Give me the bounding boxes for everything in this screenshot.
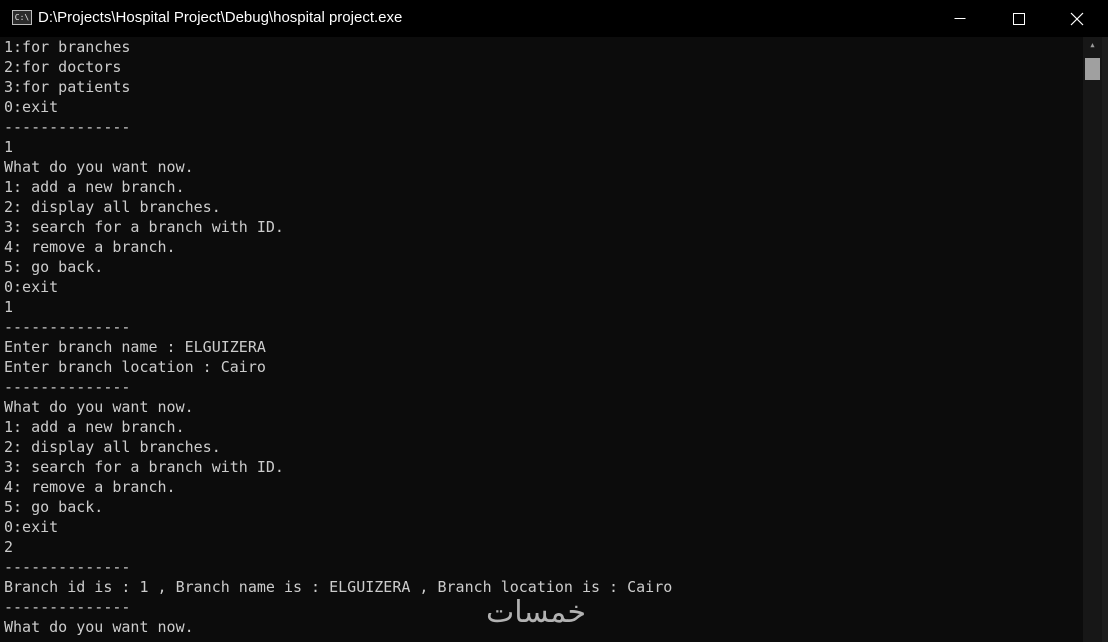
console-line: 1 — [4, 298, 14, 316]
console-line: -------------- — [4, 118, 131, 136]
console-line: Branch id is : 1 , Branch name is : ELGU… — [4, 578, 673, 596]
console-line: -------------- — [4, 558, 131, 576]
console-line: 2: display all branches. — [4, 198, 221, 216]
minimize-button[interactable] — [930, 0, 989, 37]
minimize-icon — [954, 17, 965, 19]
close-icon — [1070, 12, 1084, 25]
console-line: 3: search for a branch with ID. — [4, 218, 284, 236]
watermark-logo: خمسات — [486, 595, 587, 630]
console-line: 3: search for a branch with ID. — [4, 458, 284, 476]
maximize-icon — [1012, 12, 1025, 25]
console-line: 0:exit — [4, 98, 59, 116]
console-line: 2 — [4, 538, 14, 556]
console-line: 2:for doctors — [4, 58, 122, 76]
console-line: What do you want now. — [4, 158, 194, 176]
title-bar[interactable]: C:\ D:\Projects\Hospital Project\Debug\h… — [0, 0, 1108, 37]
scrollbar-thumb[interactable] — [1085, 58, 1100, 80]
console-line: Enter branch name : ELGUIZERA — [4, 338, 266, 356]
console-line: Enter branch location : Cairo — [4, 358, 266, 376]
maximize-button[interactable] — [989, 0, 1048, 37]
vertical-scrollbar[interactable]: ▲ — [1083, 37, 1102, 642]
console-line: -------------- — [4, 378, 131, 396]
console-line: 4: remove a branch. — [4, 238, 176, 256]
console-line: 4: remove a branch. — [4, 478, 176, 496]
window-edge — [1102, 37, 1108, 642]
console-line: 1: add a new branch. — [4, 418, 185, 436]
console-line: What do you want now. — [4, 398, 194, 416]
console-line: 5: go back. — [4, 498, 104, 516]
console-output[interactable]: 1:for branches 2:for doctors 3:for patient… — [0, 37, 1083, 642]
console-line: 0:exit — [4, 278, 59, 296]
console-line: 2: display all branches. — [4, 438, 221, 456]
console-line: -------------- — [4, 318, 131, 336]
console-app-icon: C:\ — [12, 10, 32, 25]
console-line: 1 — [4, 138, 14, 156]
console-line: 5: go back. — [4, 258, 104, 276]
console-line: 0:exit — [4, 518, 59, 536]
console-line: 1: add a new branch. — [4, 178, 185, 196]
close-button[interactable] — [1046, 0, 1108, 37]
scroll-up-arrow-icon[interactable]: ▲ — [1083, 37, 1102, 54]
console-text: 1:for branches 2:for doctors 3:for patient… — [4, 37, 672, 637]
console-line: 3:for patients — [4, 78, 131, 96]
console-line: 1:for branches — [4, 38, 131, 56]
window-title: D:\Projects\Hospital Project\Debug\hospi… — [38, 9, 403, 26]
